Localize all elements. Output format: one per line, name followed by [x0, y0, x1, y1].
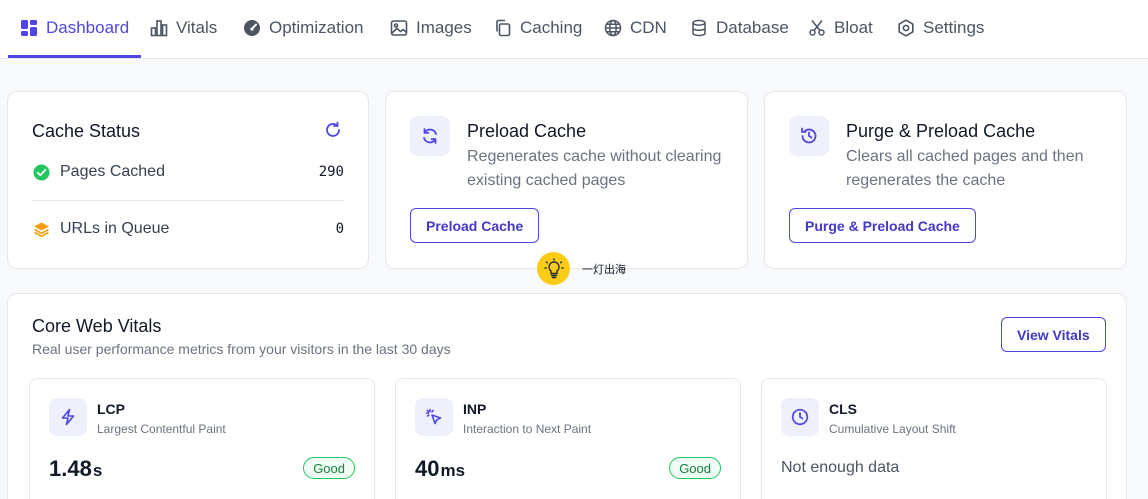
tab-database[interactable]: Database [690, 18, 789, 58]
history-icon [801, 127, 817, 144]
vital-value: 40ms [415, 456, 466, 481]
tab-label: Settings [923, 18, 985, 37]
tab-label: CDN [630, 18, 667, 37]
image-icon [390, 19, 408, 37]
divider [32, 200, 344, 201]
tab-label: Database [716, 18, 789, 37]
click-icon [425, 408, 442, 425]
vital-card-inp: INP Interaction to Next Paint 40ms Good [395, 378, 741, 499]
vital-name: Cumulative Layout Shift [829, 422, 956, 436]
settings-icon [897, 19, 915, 37]
tab-label: Images [416, 18, 472, 37]
tab-label: Vitals [176, 18, 218, 37]
section-subtitle: Real user performance metrics from your … [32, 341, 451, 357]
core-web-vitals-panel: Core Web Vitals Real user performance me… [7, 293, 1127, 499]
status-label: Pages Cached [60, 163, 165, 180]
purge-preload-button[interactable]: Purge & Preload Cache [789, 208, 976, 243]
status-label: URLs in Queue [60, 220, 170, 237]
view-vitals-button[interactable]: View Vitals [1001, 317, 1106, 352]
dashboard-icon [20, 19, 38, 37]
tab-label: Optimization [269, 18, 364, 37]
icon-box [415, 398, 453, 436]
card-title: Cache Status [32, 121, 141, 141]
cache-status-card: Cache Status Pages Cached 290 URLs in Qu… [7, 91, 369, 269]
card-title: Preload Cache [467, 121, 587, 141]
preload-cache-button[interactable]: Preload Cache [410, 208, 540, 243]
lightning-icon [61, 408, 75, 426]
icon-box [410, 116, 450, 156]
tab-cdn[interactable]: CDN [604, 18, 667, 58]
database-icon [690, 19, 708, 37]
vital-code: INP [463, 401, 487, 417]
bar-chart-icon [150, 19, 168, 37]
tab-optimization[interactable]: Optimization [243, 18, 363, 58]
card-description: Clears all cached pages and then regener… [846, 148, 1084, 189]
card-title: Purge & Preload Cache [846, 121, 1036, 141]
vital-code: LCP [97, 401, 125, 417]
check-circle-icon [32, 163, 50, 181]
vital-card-cls: CLS Cumulative Layout Shift Not enough d… [761, 378, 1107, 499]
vital-name: Interaction to Next Paint [463, 422, 592, 436]
scissors-icon [808, 19, 826, 37]
clock-icon [791, 408, 809, 426]
tab-vitals[interactable]: Vitals [150, 18, 217, 58]
vital-value: 1.48s [49, 456, 103, 481]
refresh-icon[interactable] [324, 121, 344, 141]
lightbulb-icon [537, 252, 570, 285]
tab-images[interactable]: Images [390, 18, 472, 58]
tab-dashboard[interactable]: Dashboard [7, 18, 142, 58]
pages-cached-row: Pages Cached 290 [32, 163, 344, 181]
status-badge: Good [303, 457, 355, 479]
tab-label: Bloat [834, 18, 873, 37]
vital-card-lcp: LCP Largest Contentful Paint 1.48s Good [29, 378, 375, 499]
card-description: Regenerates cache without clearing exist… [467, 148, 722, 189]
status-value: 0 [335, 221, 344, 237]
gauge-icon [243, 19, 261, 37]
icon-box [781, 398, 819, 436]
icon-box [49, 398, 87, 436]
vital-name: Largest Contentful Paint [97, 422, 226, 436]
globe-icon [604, 19, 622, 37]
section-title: Core Web Vitals [32, 316, 162, 336]
watermark-badge: 一灯出海 [537, 252, 626, 285]
tab-label: Dashboard [46, 18, 130, 37]
purge-preload-card: Purge & Preload Cache Clears all cached … [764, 91, 1127, 269]
tab-label: Caching [520, 18, 583, 37]
no-data-text: Not enough data [781, 459, 900, 476]
copy-icon [494, 19, 512, 37]
status-badge: Good [669, 457, 721, 479]
icon-box [789, 116, 829, 156]
status-value: 290 [318, 164, 344, 180]
watermark-text: 一灯出海 [582, 262, 626, 276]
refresh-icon [423, 128, 437, 144]
tab-settings[interactable]: Settings [897, 18, 984, 58]
top-nav: Dashboard Vitals Optimization Images Cac… [0, 0, 1148, 59]
vital-code: CLS [829, 401, 857, 417]
tab-caching[interactable]: Caching [494, 18, 582, 58]
preload-cache-card: Preload Cache Regenerates cache without … [385, 91, 748, 269]
layers-icon [32, 220, 50, 238]
urls-in-queue-row: URLs in Queue 0 [32, 220, 344, 238]
tab-bloat[interactable]: Bloat [808, 18, 873, 58]
